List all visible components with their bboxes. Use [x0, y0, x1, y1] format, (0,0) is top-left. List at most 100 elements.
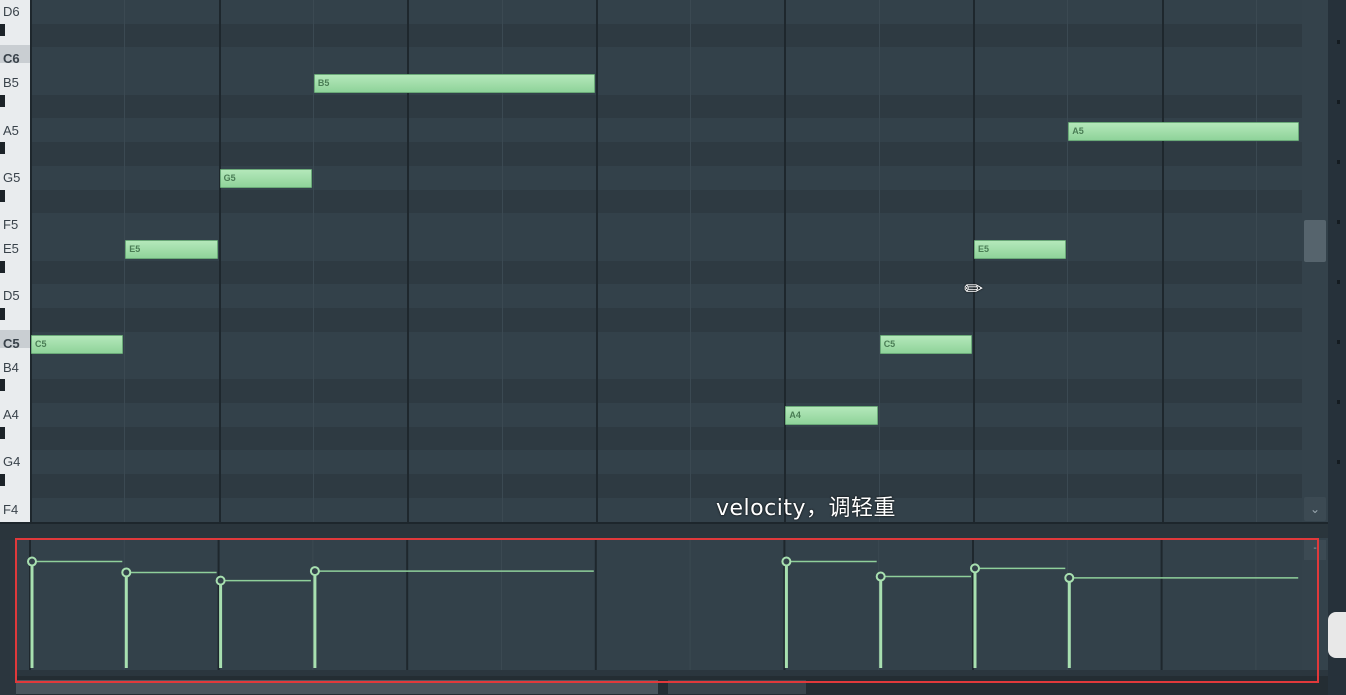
right-panel-edge — [1328, 0, 1346, 695]
pitch-lane[interactable] — [30, 332, 1302, 356]
beat-line — [595, 0, 598, 522]
key-label-g5: G5 — [3, 169, 21, 185]
step-line — [1067, 0, 1069, 522]
key-label-f4: F4 — [3, 501, 19, 517]
note-a5[interactable]: A5 — [1068, 121, 1300, 141]
note-c5[interactable]: C5 — [879, 334, 972, 354]
pitch-lane[interactable] — [30, 94, 1302, 119]
black-key[interactable] — [0, 260, 5, 273]
pitch-lane[interactable] — [30, 284, 1302, 308]
pitch-lane[interactable] — [30, 47, 1302, 71]
pitch-lane[interactable] — [30, 260, 1302, 285]
key-label-c6: C6 — [3, 51, 20, 67]
step-line — [124, 0, 126, 522]
key-label-e5: E5 — [3, 241, 19, 256]
video-caption: velocity，调轻重 — [716, 496, 896, 521]
note-g5[interactable]: G5 — [219, 168, 312, 188]
velocity-handle[interactable] — [875, 571, 886, 582]
pitch-lane[interactable] — [30, 403, 1302, 427]
note-label: E5 — [129, 244, 141, 254]
beat-line — [1161, 0, 1164, 522]
vertical-scrollbar[interactable]: ⌄ — [1302, 0, 1328, 522]
edge-mark — [1337, 280, 1340, 284]
black-key[interactable] — [0, 142, 5, 155]
key-label-c5: C5 — [3, 335, 20, 351]
key-label-a5: A5 — [3, 122, 19, 138]
velocity-handle[interactable] — [215, 575, 226, 586]
pitch-lane[interactable] — [30, 379, 1302, 403]
pitch-lane[interactable] — [30, 23, 1302, 48]
beat-line — [218, 0, 221, 522]
pitch-lane[interactable] — [30, 474, 1302, 498]
key-label-d5: D5 — [3, 288, 20, 304]
note-label: E5 — [978, 244, 990, 254]
pitch-lane[interactable] — [30, 308, 1302, 332]
velocity-scrollbar[interactable]: - — [1302, 538, 1328, 670]
pitch-lane[interactable] — [30, 142, 1302, 166]
black-key[interactable] — [0, 379, 5, 392]
velocity-handle[interactable] — [121, 567, 132, 578]
edge-mark — [1337, 400, 1340, 404]
beat-line — [30, 0, 32, 522]
black-key[interactable] — [0, 189, 5, 202]
note-label: G5 — [223, 172, 236, 183]
note-label: C5 — [35, 338, 47, 349]
beat-line — [784, 0, 787, 522]
edge-mark — [1337, 160, 1340, 164]
velocity-handle[interactable] — [309, 566, 320, 577]
horizontal-scroll-track-segment — [668, 680, 806, 694]
edge-mark — [1337, 100, 1340, 104]
pitch-lane[interactable] — [30, 0, 1302, 24]
piano-keyboard[interactable]: D6 C6 B5 A5 G5 F5 E5 D5 C5 B4 A4 G4 F4 — [0, 0, 30, 522]
note-grid[interactable]: C5 E5 G5 B5 A4 C5 E5 A5 — [30, 0, 1302, 522]
step-line — [690, 0, 692, 522]
edge-mark — [1337, 40, 1340, 44]
note-label: A4 — [789, 409, 801, 420]
black-key[interactable] — [0, 426, 5, 439]
note-b5[interactable]: B5 — [313, 74, 595, 94]
note-label: C5 — [883, 338, 896, 349]
velocity-handle[interactable] — [27, 556, 37, 567]
key-label-a4: A4 — [3, 406, 19, 422]
key-label-b5: B5 — [3, 75, 19, 91]
edge-mark — [1337, 340, 1340, 344]
pitch-lane[interactable] — [30, 237, 1302, 261]
edge-mark — [1337, 460, 1340, 464]
step-line — [1255, 0, 1257, 522]
note-e5[interactable]: E5 — [125, 240, 218, 259]
key-label-d6: D6 — [3, 4, 20, 19]
note-a4[interactable]: A4 — [785, 405, 878, 425]
black-key[interactable] — [0, 308, 5, 321]
horizontal-scrollbar[interactable] — [16, 676, 1328, 695]
pitch-lane[interactable] — [30, 498, 1302, 522]
key-label-g4: G4 — [3, 454, 21, 470]
black-key[interactable] — [0, 94, 5, 107]
note-label: A5 — [1072, 125, 1084, 136]
key-label-f5: F5 — [3, 217, 19, 233]
vertical-scroll-thumb[interactable] — [1304, 220, 1326, 262]
velocity-handle[interactable] — [1064, 572, 1075, 583]
velocity-panel[interactable] — [16, 538, 1302, 670]
pitch-lane[interactable] — [30, 426, 1302, 451]
piano-roll-window: D6 C6 B5 A5 G5 F5 E5 D5 C5 B4 A4 G4 F4 C5 E5 G5 B5 A4 C5 E… — [0, 0, 1346, 695]
pitch-lane[interactable] — [30, 450, 1302, 474]
key-label-b4: B4 — [3, 359, 19, 375]
note-c5[interactable]: C5 — [31, 334, 124, 354]
pitch-lane[interactable] — [30, 189, 1302, 214]
chevron-down-icon[interactable]: ⌄ — [1304, 497, 1326, 521]
pitch-lane[interactable] — [30, 356, 1302, 380]
step-line — [878, 0, 880, 522]
black-key[interactable] — [0, 474, 5, 486]
velocity-scroll-button[interactable]: - — [1304, 540, 1326, 560]
pitch-lane[interactable] — [30, 71, 1302, 95]
velocity-lanes[interactable] — [16, 538, 1302, 670]
velocity-handle[interactable] — [970, 563, 980, 574]
beat-line — [973, 0, 975, 522]
edge-mark — [1337, 220, 1340, 224]
horizontal-scroll-thumb[interactable] — [16, 680, 658, 694]
note-e5[interactable]: E5 — [974, 240, 1067, 259]
velocity-handle[interactable] — [781, 556, 792, 567]
pitch-lane[interactable] — [30, 213, 1302, 237]
black-key[interactable] — [0, 23, 5, 36]
side-floating-widget[interactable] — [1328, 612, 1346, 658]
